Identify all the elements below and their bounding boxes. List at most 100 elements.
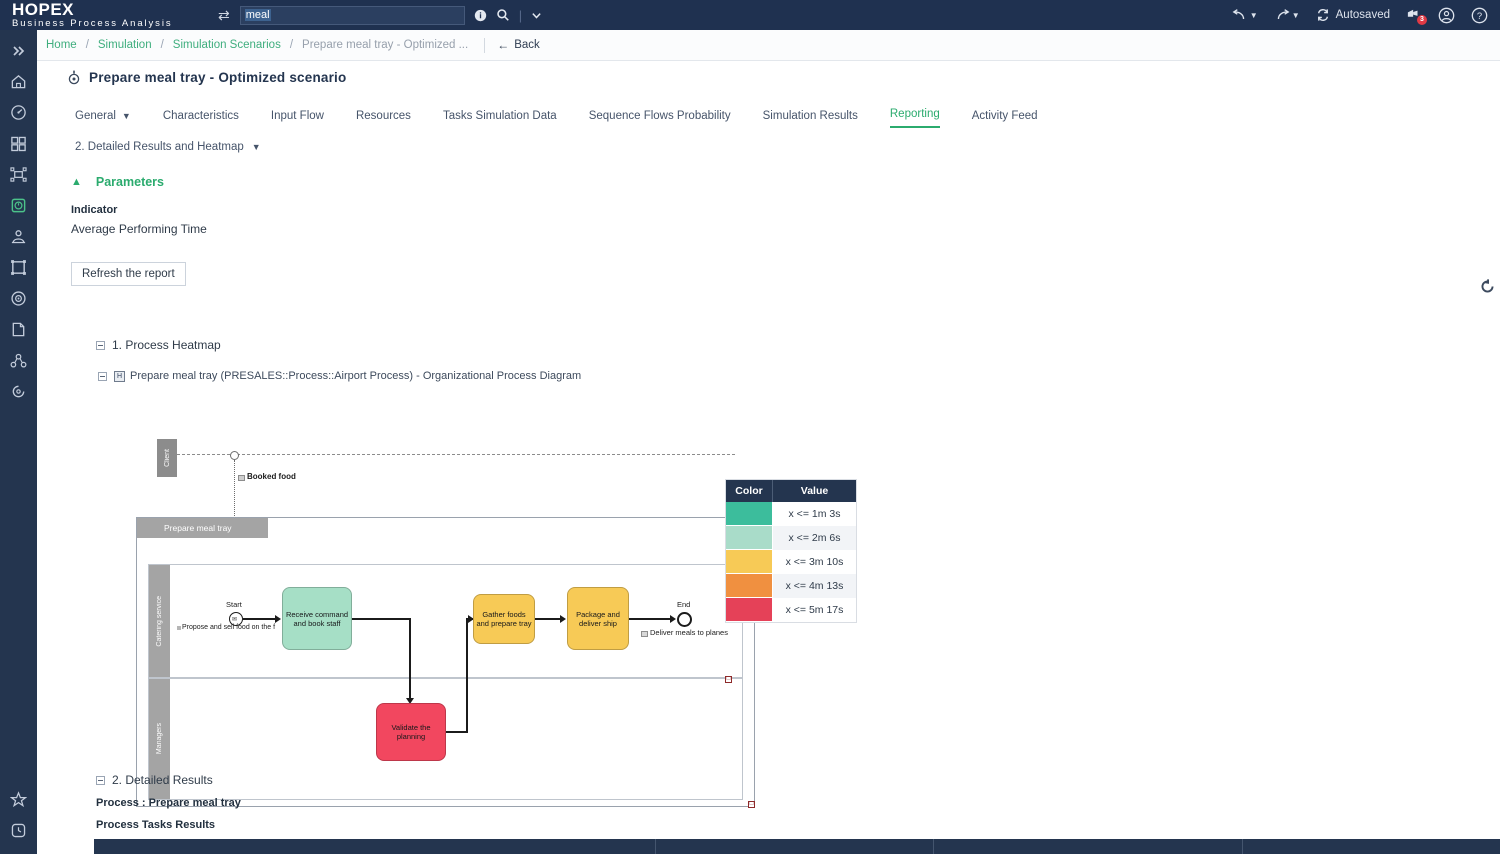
search-input[interactable]: meal [239,5,465,25]
tab-characteristics[interactable]: Characteristics [163,110,239,128]
legend-value: x <= 1m 3s [788,508,841,520]
sidebar-item-home[interactable] [0,66,37,97]
tab-activity-feed[interactable]: Activity Feed [972,110,1038,128]
swap-icon[interactable]: ⇄ [218,7,230,24]
diagram-task-receive-command[interactable]: Receive command and book staff [282,587,352,650]
tab-reporting[interactable]: Reporting [889,108,940,128]
undo-dropdown-icon[interactable]: ▼ [1250,11,1258,20]
chevron-down-icon[interactable]: ▼ [252,142,261,152]
toolbar-divider: | [518,7,523,23]
diagram-resize-handle[interactable]: □ [748,801,755,808]
legend-row: x <= 3m 10s [726,550,856,574]
envelope-icon: ✉ [232,617,238,623]
parameters-section-header[interactable]: ▲ Parameters [37,175,1500,189]
app-logo: HOPEX Business Process Analysis [0,1,218,29]
end-event-label: End [677,600,691,609]
sidebar-item-objectives[interactable] [0,283,37,314]
collapse-toggle-icon[interactable] [96,340,105,350]
diagram-task-gather-foods[interactable]: Gather foods and prepare tray [473,594,535,644]
sequence-flow-t1-v [409,618,411,700]
table-column-header[interactable] [1243,839,1500,854]
legend-value: x <= 2m 6s [788,532,841,544]
breadcrumb-item-home[interactable]: Home [46,39,77,51]
search-input-value: meal [244,9,271,21]
autosave-status[interactable]: Autosaved [1316,8,1390,22]
section-detailed-results[interactable]: 2. Detailed Results [96,773,213,787]
legend-header-color: Color [726,480,773,502]
info-icon[interactable] [474,9,487,22]
legend-row: x <= 5m 17s [726,598,856,622]
legend-color-swatch [726,598,773,622]
sidebar-item-frame[interactable] [0,252,37,283]
brand-subtitle: Business Process Analysis [12,18,173,30]
breadcrumb-separator: / [289,39,294,51]
tab-general[interactable]: General ▼ [75,110,131,128]
refresh-report-button[interactable]: Refresh the report [71,262,186,286]
redo-dropdown-icon[interactable]: ▼ [1292,11,1300,20]
section-process-heatmap[interactable]: 1. Process Heatmap [37,338,1500,352]
sidebar-item-grid-blocks[interactable] [0,128,37,159]
top-bar-right-actions: ▼ ▼ Autosaved 3 ? [1216,7,1500,25]
sequence-flow-t1-h [352,618,410,620]
diagram-lane-catering-service-label: Catering service [156,595,163,647]
undo-button[interactable]: ▼ [1232,8,1258,22]
message-start-node[interactable] [230,451,239,460]
back-button[interactable]: ← Back [497,38,540,52]
tab-resources[interactable]: Resources [356,110,411,128]
sidebar-item-lifecycle[interactable] [0,376,37,407]
indicator-value[interactable]: Average Performing Time [37,222,1500,236]
user-account-icon[interactable] [1438,7,1455,24]
sidebar-item-roles[interactable] [0,221,37,252]
tab-simulation-results[interactable]: Simulation Results [763,110,858,128]
gear-circle-icon [67,70,81,85]
sequence-flow-t4-v [466,619,468,732]
process-heatmap-diagram[interactable]: Client Booked food Prepare meal tray Cat… [120,371,760,808]
search-icon[interactable] [496,8,510,22]
sidebar-item-documents[interactable] [0,314,37,345]
collapse-toggle-icon[interactable] [98,371,107,381]
tab-tasks-simulation-data[interactable]: Tasks Simulation Data [443,110,557,128]
breadcrumb-item-current: Prepare meal tray - Optimized ... [302,39,469,51]
top-app-bar: HOPEX Business Process Analysis ⇄ meal |… [0,0,1500,30]
sidebar-item-favorites[interactable] [0,784,37,815]
expand-chevrons-icon[interactable] [0,35,37,66]
notification-bell-icon[interactable]: 3 [1406,8,1427,25]
page-title: Prepare meal tray - Optimized scenario [89,70,347,85]
breadcrumb-item-simulation[interactable]: Simulation [98,39,152,51]
sidebar-item-dashboard[interactable] [0,97,37,128]
legend-color-swatch [726,574,773,598]
breadcrumb-item-simulation-scenarios[interactable]: Simulation Scenarios [173,39,281,51]
chevron-down-icon[interactable] [531,10,542,21]
table-column-header[interactable] [656,839,934,854]
breadcrumb-divider [484,37,486,53]
collapse-toggle-icon[interactable] [96,775,105,785]
diagram-task-validate-planning[interactable]: Validate the planning [376,703,446,761]
arrow-head-icon [670,615,676,623]
table-column-header[interactable] [934,839,1243,854]
sequence-flow-t4-h [446,731,468,733]
legend-color-swatch [726,502,773,526]
sidebar-item-network-diagram[interactable] [0,345,37,376]
sidebar-item-process-flow[interactable] [0,159,37,190]
notification-badge: 3 [1417,15,1427,25]
chevron-down-icon[interactable]: ▼ [122,111,131,121]
section-process-heatmap-title: 1. Process Heatmap [112,338,221,352]
report-selector[interactable]: 2. Detailed Results and Heatmap ▼ [37,141,261,153]
sidebar-item-recent[interactable] [0,815,37,846]
start-event-label: Start [226,600,242,609]
diagram-task-package-deliver[interactable]: Package and deliver ship [567,587,629,650]
legend-color-swatch [726,550,773,574]
reload-icon[interactable] [1480,279,1495,299]
diagram-pool-label: Prepare meal tray [164,523,232,533]
diagram-lane-client: Client [157,439,177,477]
table-column-header[interactable] [94,839,656,854]
sidebar-item-simulation[interactable] [0,190,37,221]
sequence-flow-t2-to-t3 [535,618,561,620]
redo-button[interactable]: ▼ [1274,8,1300,22]
end-event-node[interactable] [677,612,692,627]
tab-input-flow[interactable]: Input Flow [271,110,324,128]
help-icon[interactable]: ? [1471,7,1488,24]
tab-sequence-flows-probability[interactable]: Sequence Flows Probability [589,110,731,128]
chevron-up-icon[interactable]: ▲ [71,176,82,188]
diagram-resize-handle[interactable]: □ [725,676,732,683]
